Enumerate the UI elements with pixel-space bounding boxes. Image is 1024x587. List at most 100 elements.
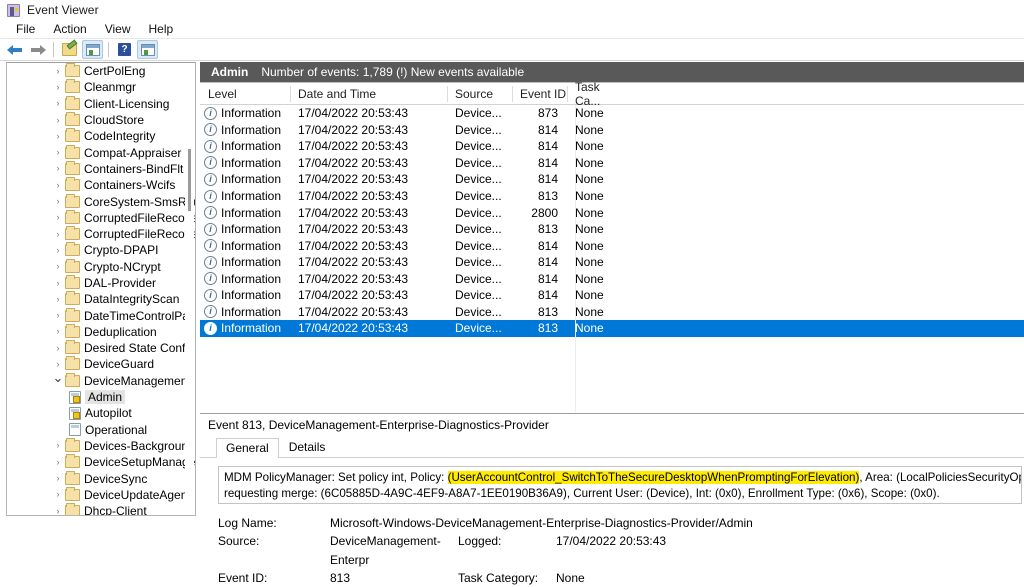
back-button[interactable] [4,40,25,59]
chevron-right-icon[interactable]: › [51,229,65,239]
tree-item-crypto-ncrypt[interactable]: › Crypto-NCrypt [7,258,195,275]
tree-item-containers-wcifs[interactable]: › Containers-Wcifs [7,177,195,193]
tree-item-dataintegrityscan[interactable]: › DataIntegrityScan [7,291,195,307]
chevron-right-icon[interactable]: › [51,197,65,206]
chevron-right-icon[interactable]: › [51,164,65,173]
table-row[interactable]: i Information 17/04/2022 20:53:43 Device...… [200,221,1024,238]
column-header-date[interactable]: Date and Time [290,83,447,105]
console-tree[interactable]: › CertPolEng › Cleanmgr › Client-Licensing › Cl… [7,63,195,515]
tree-item-operational[interactable]: Operational [7,422,195,438]
chevron-right-icon[interactable]: › [51,359,65,369]
event-list[interactable]: Level Date and Time Source Event ID Task… [200,80,1024,412]
chevron-right-icon[interactable]: › [51,327,65,336]
table-row[interactable]: i Information 17/04/2022 20:53:43 Device...… [200,188,1024,205]
menu-item-file[interactable]: File [7,21,44,38]
table-row[interactable]: i Information 17/04/2022 20:53:43 Device...… [200,320,1024,337]
table-row[interactable]: i Information 17/04/2022 20:53:43 Device...… [200,122,1024,139]
chevron-right-icon[interactable]: › [51,99,65,108]
tree-item-autopilot[interactable]: Autopilot [7,405,195,421]
chevron-right-icon[interactable]: › [51,66,65,76]
tree-item-datetimecontrolpar[interactable]: › DateTimeControlPar [7,307,195,323]
table-row[interactable]: i Information 17/04/2022 20:53:43 Device...… [200,254,1024,271]
tree-item-dhcp-client[interactable]: › Dhcp-Client [7,503,195,515]
tab-details[interactable]: Details [279,437,336,457]
tree-item-cloudstore[interactable]: › CloudStore [7,112,195,128]
cell-source: Device... [455,271,502,286]
tree-item-devices-backgrounc[interactable]: › Devices-Backgrounc [7,437,195,454]
tree-item-coresystem-smsrou[interactable]: › CoreSystem-SmsRou [7,193,195,209]
chevron-right-icon[interactable]: › [51,311,65,320]
event-detail-pane: Event 813, DeviceManagement-Enterprise-D… [200,413,1024,585]
tree-item-containers-bindflt[interactable]: › Containers-BindFlt [7,160,195,177]
show-hide-action-pane-button[interactable] [137,40,158,59]
console-tree-pane[interactable]: › CertPolEng › Cleanmgr › Client-Licensing › Cl… [6,62,196,516]
column-header-source[interactable]: Source [447,83,512,105]
task-category-key: Task Category: [458,570,539,585]
menu-item-action[interactable]: Action [44,21,95,38]
chevron-right-icon[interactable]: › [51,343,65,353]
chevron-right-icon[interactable]: › [51,294,65,304]
event-viewer-icon [7,3,20,17]
menu-item-view[interactable]: View [96,21,140,38]
table-row[interactable]: i Information 17/04/2022 20:53:43 Device...… [200,237,1024,254]
table-row[interactable]: i Information 17/04/2022 20:53:43 Device...… [200,287,1024,304]
show-hide-console-tree-button[interactable] [82,40,103,59]
chevron-right-icon[interactable]: › [51,245,65,255]
tree-item-devicesetupmanage[interactable]: › DeviceSetupManage [7,454,195,470]
column-header-task[interactable]: Task Ca... [567,80,622,108]
table-row[interactable]: i Information 17/04/2022 20:53:43 Device...… [200,105,1024,122]
tree-item-codeintegrity[interactable]: › CodeIntegrity [7,128,195,144]
chevron-right-icon[interactable]: › [51,148,65,157]
tree-item-admin[interactable]: Admin [7,389,195,405]
table-row[interactable]: i Information 17/04/2022 20:53:43 Device...… [200,304,1024,321]
tree-item-certpoleng[interactable]: › CertPolEng [7,63,195,79]
tree-item-corruptedfilerecove[interactable]: › CorruptedFileRecove [7,226,195,242]
help-button[interactable]: ? [114,40,135,59]
table-row[interactable]: i Information 17/04/2022 20:53:43 Device...… [200,204,1024,221]
chevron-right-icon[interactable]: › [51,180,65,190]
event-description-box[interactable]: MDM PolicyManager: Set policy int, Polic… [218,466,1022,504]
chevron-right-icon[interactable]: › [51,474,65,483]
tree-item-cleanmgr[interactable]: › Cleanmgr [7,79,195,95]
column-header-event-id[interactable]: Event ID [512,83,567,105]
metadata-row-log-name: Log Name: Microsoft-Windows-DeviceManage… [218,514,1024,532]
chevron-right-icon[interactable]: › [51,506,65,515]
chevron-right-icon[interactable]: › [51,490,65,499]
tree-item-crypto-dpapi[interactable]: › Crypto-DPAPI [7,242,195,258]
menu-item-help[interactable]: Help [140,21,183,38]
tree-item-dal-provider[interactable]: › DAL-Provider [7,275,195,291]
chevron-right-icon[interactable]: › [51,131,65,141]
tree-item-corruptedfilerecove[interactable]: › CorruptedFileRecove [7,209,195,226]
back-icon [6,44,23,56]
table-row[interactable]: i Information 17/04/2022 20:53:43 Device...… [200,138,1024,155]
chevron-right-icon[interactable]: › [51,262,65,271]
console-tree-scrollbar-thumb[interactable] [188,149,191,211]
table-row[interactable]: i Information 17/04/2022 20:53:43 Device...… [200,171,1024,188]
chevron-right-icon[interactable]: › [51,82,65,92]
cell-source: Device... [455,255,502,270]
event-list-rows[interactable]: i Information 17/04/2022 20:53:43 Device...… [200,105,1024,412]
cell-event-id: 814 [537,122,558,137]
tree-item-desired-state-config[interactable]: › Desired State Config [7,340,195,356]
tree-item-devicesync[interactable]: › DeviceSync [7,470,195,486]
tree-item-client-licensing[interactable]: › Client-Licensing [7,95,195,112]
tree-item-deviceupdateagent[interactable]: › DeviceUpdateAgent [7,486,195,503]
chevron-right-icon[interactable]: › [51,457,65,467]
chevron-right-icon[interactable]: › [51,278,65,288]
tab-general[interactable]: General [216,438,279,458]
table-row[interactable]: i Information 17/04/2022 20:53:43 Device...… [200,270,1024,287]
open-saved-log-button[interactable] [59,40,80,59]
chevron-right-icon[interactable]: › [51,441,65,450]
forward-button[interactable] [27,40,48,59]
table-row[interactable]: i Information 17/04/2022 20:53:43 Device...… [200,155,1024,172]
tree-item-label: CloudStore [84,113,145,128]
tree-item-deviceguard[interactable]: › DeviceGuard [7,356,195,372]
chevron-right-icon[interactable]: › [51,115,65,125]
tree-item-compat-appraiser[interactable]: › Compat-Appraiser [7,144,195,160]
tree-item-devicemanagement[interactable]: ⌄ DeviceManagement [7,371,195,389]
chevron-right-icon[interactable]: › [51,213,65,222]
console-tree-scrollbar[interactable] [185,64,194,514]
chevron-down-icon[interactable]: ⌄ [51,371,65,384]
column-header-level[interactable]: Level [200,83,290,105]
tree-item-deduplication[interactable]: › Deduplication [7,323,195,340]
